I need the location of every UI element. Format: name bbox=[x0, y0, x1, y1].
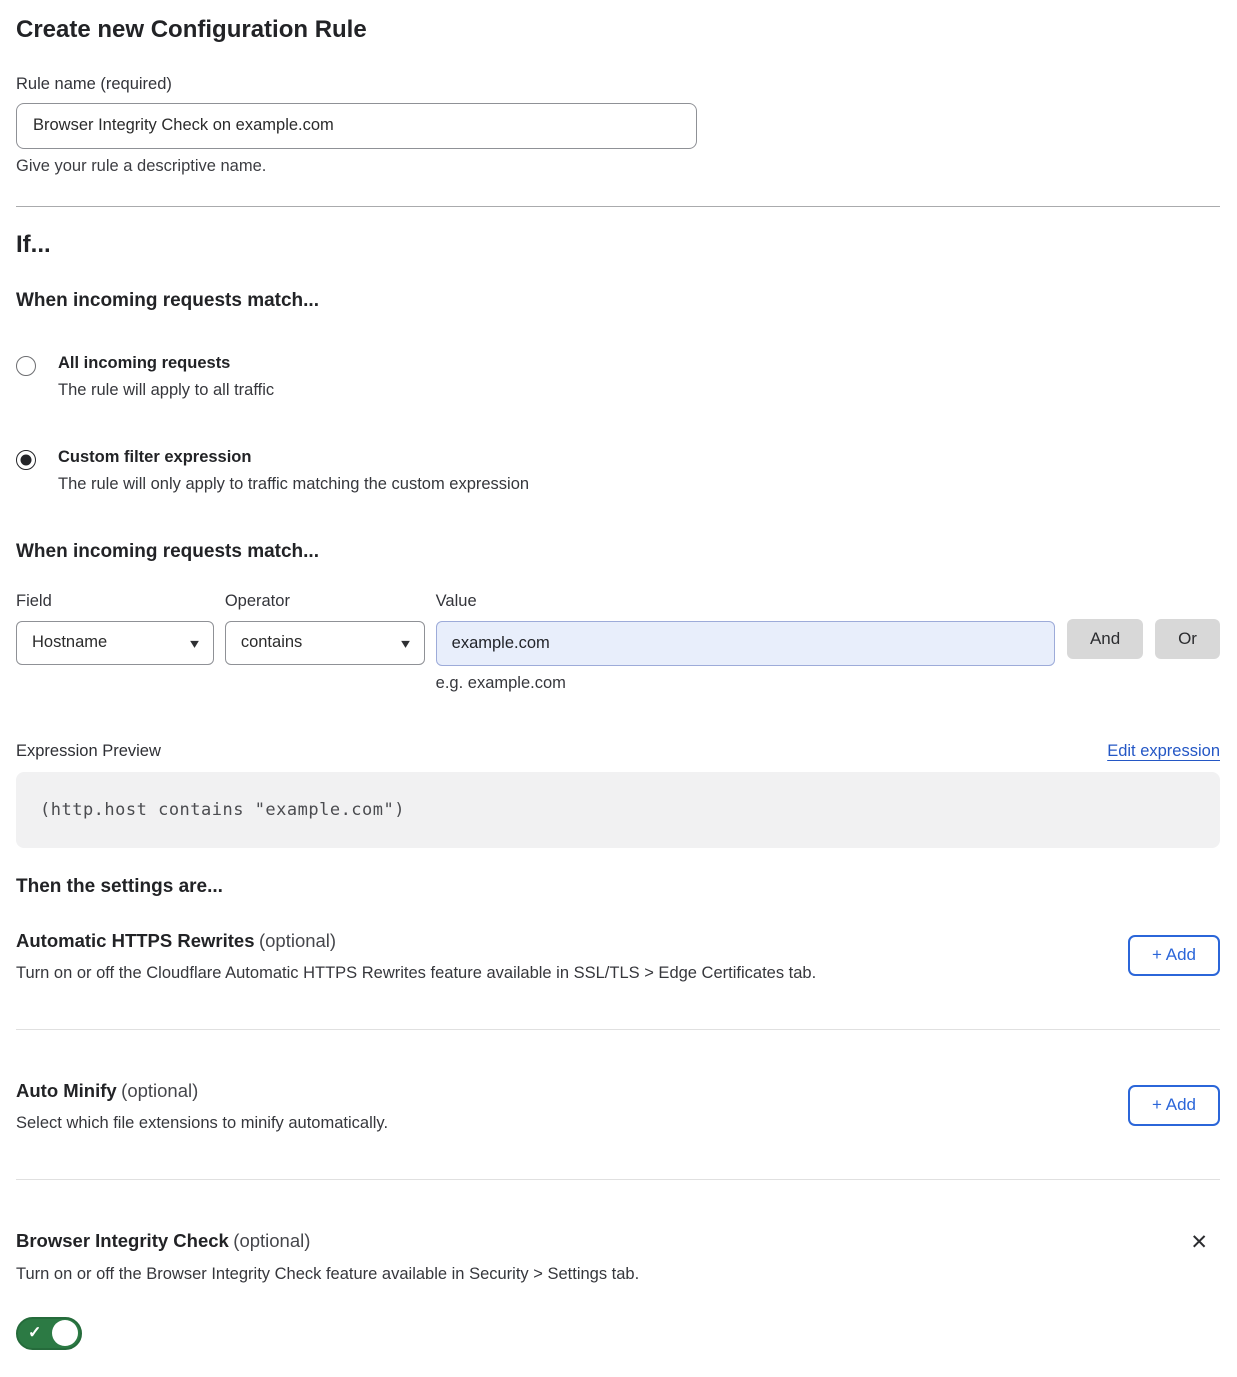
setting-divider bbox=[16, 1029, 1220, 1030]
if-heading: If... bbox=[16, 231, 1220, 259]
section-divider bbox=[16, 206, 1220, 207]
setting-optional-tag: (optional) bbox=[259, 930, 336, 951]
expression-code: (http.host contains "example.com") bbox=[40, 800, 405, 820]
close-icon[interactable]: ✕ bbox=[1190, 1232, 1208, 1253]
add-automatic-https-rewrites-button[interactable]: + Add bbox=[1128, 935, 1220, 976]
expression-preview-header: Expression Preview Edit expression bbox=[16, 742, 1220, 761]
setting-optional-tag: (optional) bbox=[233, 1230, 310, 1251]
expression-builder-heading: When incoming requests match... bbox=[16, 541, 1220, 563]
edit-expression-link[interactable]: Edit expression bbox=[1107, 742, 1220, 761]
value-helper: e.g. example.com bbox=[436, 674, 1055, 693]
radio-description: The rule will only apply to traffic matc… bbox=[58, 475, 529, 494]
expression-builder-row: Field Hostname ▾ Operator contains ▾ Val… bbox=[16, 592, 1220, 693]
operator-select[interactable]: contains ▾ bbox=[225, 621, 425, 665]
setting-divider bbox=[16, 1179, 1220, 1180]
then-settings-heading: Then the settings are... bbox=[16, 876, 1220, 898]
match-heading: When incoming requests match... bbox=[16, 290, 1220, 312]
check-icon: ✓ bbox=[28, 1323, 41, 1343]
radio-label: Custom filter expression bbox=[58, 448, 529, 467]
radio-button-unselected[interactable] bbox=[16, 356, 36, 376]
operator-select-value: contains bbox=[241, 633, 302, 652]
setting-optional-tag: (optional) bbox=[121, 1080, 198, 1101]
chevron-down-icon: ▾ bbox=[190, 636, 199, 650]
value-input[interactable] bbox=[436, 621, 1055, 666]
field-select[interactable]: Hostname ▾ bbox=[16, 621, 214, 665]
radio-button-selected[interactable] bbox=[16, 450, 36, 470]
toggle-knob[interactable] bbox=[52, 1320, 78, 1346]
setting-description: Turn on or off the Browser Integrity Che… bbox=[16, 1265, 1220, 1284]
expression-preview-label: Expression Preview bbox=[16, 742, 161, 761]
setting-description: Select which file extensions to minify a… bbox=[16, 1114, 388, 1133]
setting-title: Auto Minify bbox=[16, 1080, 117, 1101]
value-label: Value bbox=[436, 592, 1055, 611]
setting-automatic-https-rewrites: Automatic HTTPS Rewrites (optional) Turn… bbox=[16, 930, 1220, 983]
field-select-value: Hostname bbox=[32, 633, 107, 652]
radio-description: The rule will apply to all traffic bbox=[58, 381, 274, 400]
setting-title: Automatic HTTPS Rewrites bbox=[16, 930, 255, 951]
page-title: Create new Configuration Rule bbox=[16, 0, 1220, 44]
and-button[interactable]: And bbox=[1067, 619, 1143, 659]
browser-integrity-check-toggle[interactable]: ✓ bbox=[16, 1317, 82, 1350]
radio-option-custom-filter[interactable]: Custom filter expression The rule will o… bbox=[16, 448, 1220, 494]
rule-name-label: Rule name (required) bbox=[16, 75, 1220, 94]
operator-label: Operator bbox=[225, 592, 425, 611]
setting-description: Turn on or off the Cloudflare Automatic … bbox=[16, 964, 816, 983]
or-button[interactable]: Or bbox=[1155, 619, 1220, 659]
radio-option-all-requests[interactable]: All incoming requests The rule will appl… bbox=[16, 354, 1220, 400]
create-configuration-rule-form: Create new Configuration Rule Rule name … bbox=[0, 0, 1237, 1350]
chevron-down-icon: ▾ bbox=[401, 636, 410, 650]
expression-preview-box: (http.host contains "example.com") bbox=[16, 772, 1220, 848]
rule-name-helper: Give your rule a descriptive name. bbox=[16, 157, 1220, 176]
rule-name-input[interactable] bbox=[16, 103, 697, 149]
radio-label: All incoming requests bbox=[58, 354, 274, 373]
setting-auto-minify: Auto Minify (optional) Select which file… bbox=[16, 1080, 1220, 1133]
field-label: Field bbox=[16, 592, 214, 611]
setting-title: Browser Integrity Check bbox=[16, 1230, 229, 1251]
add-auto-minify-button[interactable]: + Add bbox=[1128, 1085, 1220, 1126]
setting-browser-integrity-check: Browser Integrity Check (optional) ✕ Tur… bbox=[16, 1230, 1220, 1350]
rule-name-group: Rule name (required) Give your rule a de… bbox=[16, 75, 1220, 176]
